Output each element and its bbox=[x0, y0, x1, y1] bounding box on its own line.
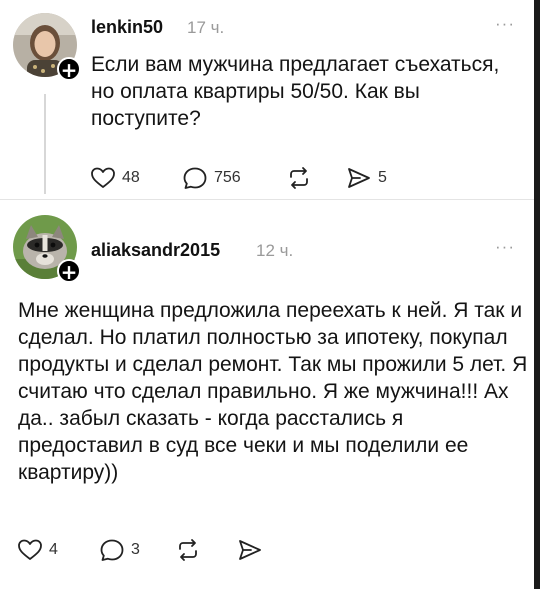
follow-plus-icon[interactable]: + bbox=[57, 259, 81, 283]
post-text: Мне женщина предложила переехать к ней. … bbox=[18, 299, 528, 484]
more-options-icon[interactable]: ··· bbox=[495, 237, 515, 257]
author-avatar[interactable]: + bbox=[13, 215, 81, 283]
reply-button[interactable]: 3 bbox=[99, 538, 175, 562]
post-actions: 4 3 bbox=[17, 538, 277, 562]
heart-icon bbox=[18, 539, 42, 560]
post-username[interactable]: aliaksandr2015 bbox=[91, 240, 220, 261]
post-timestamp: 12 ч. bbox=[256, 241, 294, 260]
reply-count: 3 bbox=[131, 541, 140, 558]
like-count: 4 bbox=[49, 541, 58, 558]
like-button[interactable]: 4 bbox=[17, 538, 99, 562]
repost-button[interactable] bbox=[175, 538, 237, 562]
share-button[interactable] bbox=[237, 538, 277, 562]
comment-bubble-icon bbox=[100, 539, 124, 561]
screen-edge bbox=[534, 0, 540, 589]
send-icon bbox=[239, 540, 261, 560]
post-aliaksandr2015: + aliaksandr2015 12 ч. ··· Мне женщина п… bbox=[0, 0, 534, 561]
repost-arrows-icon bbox=[179, 539, 197, 561]
